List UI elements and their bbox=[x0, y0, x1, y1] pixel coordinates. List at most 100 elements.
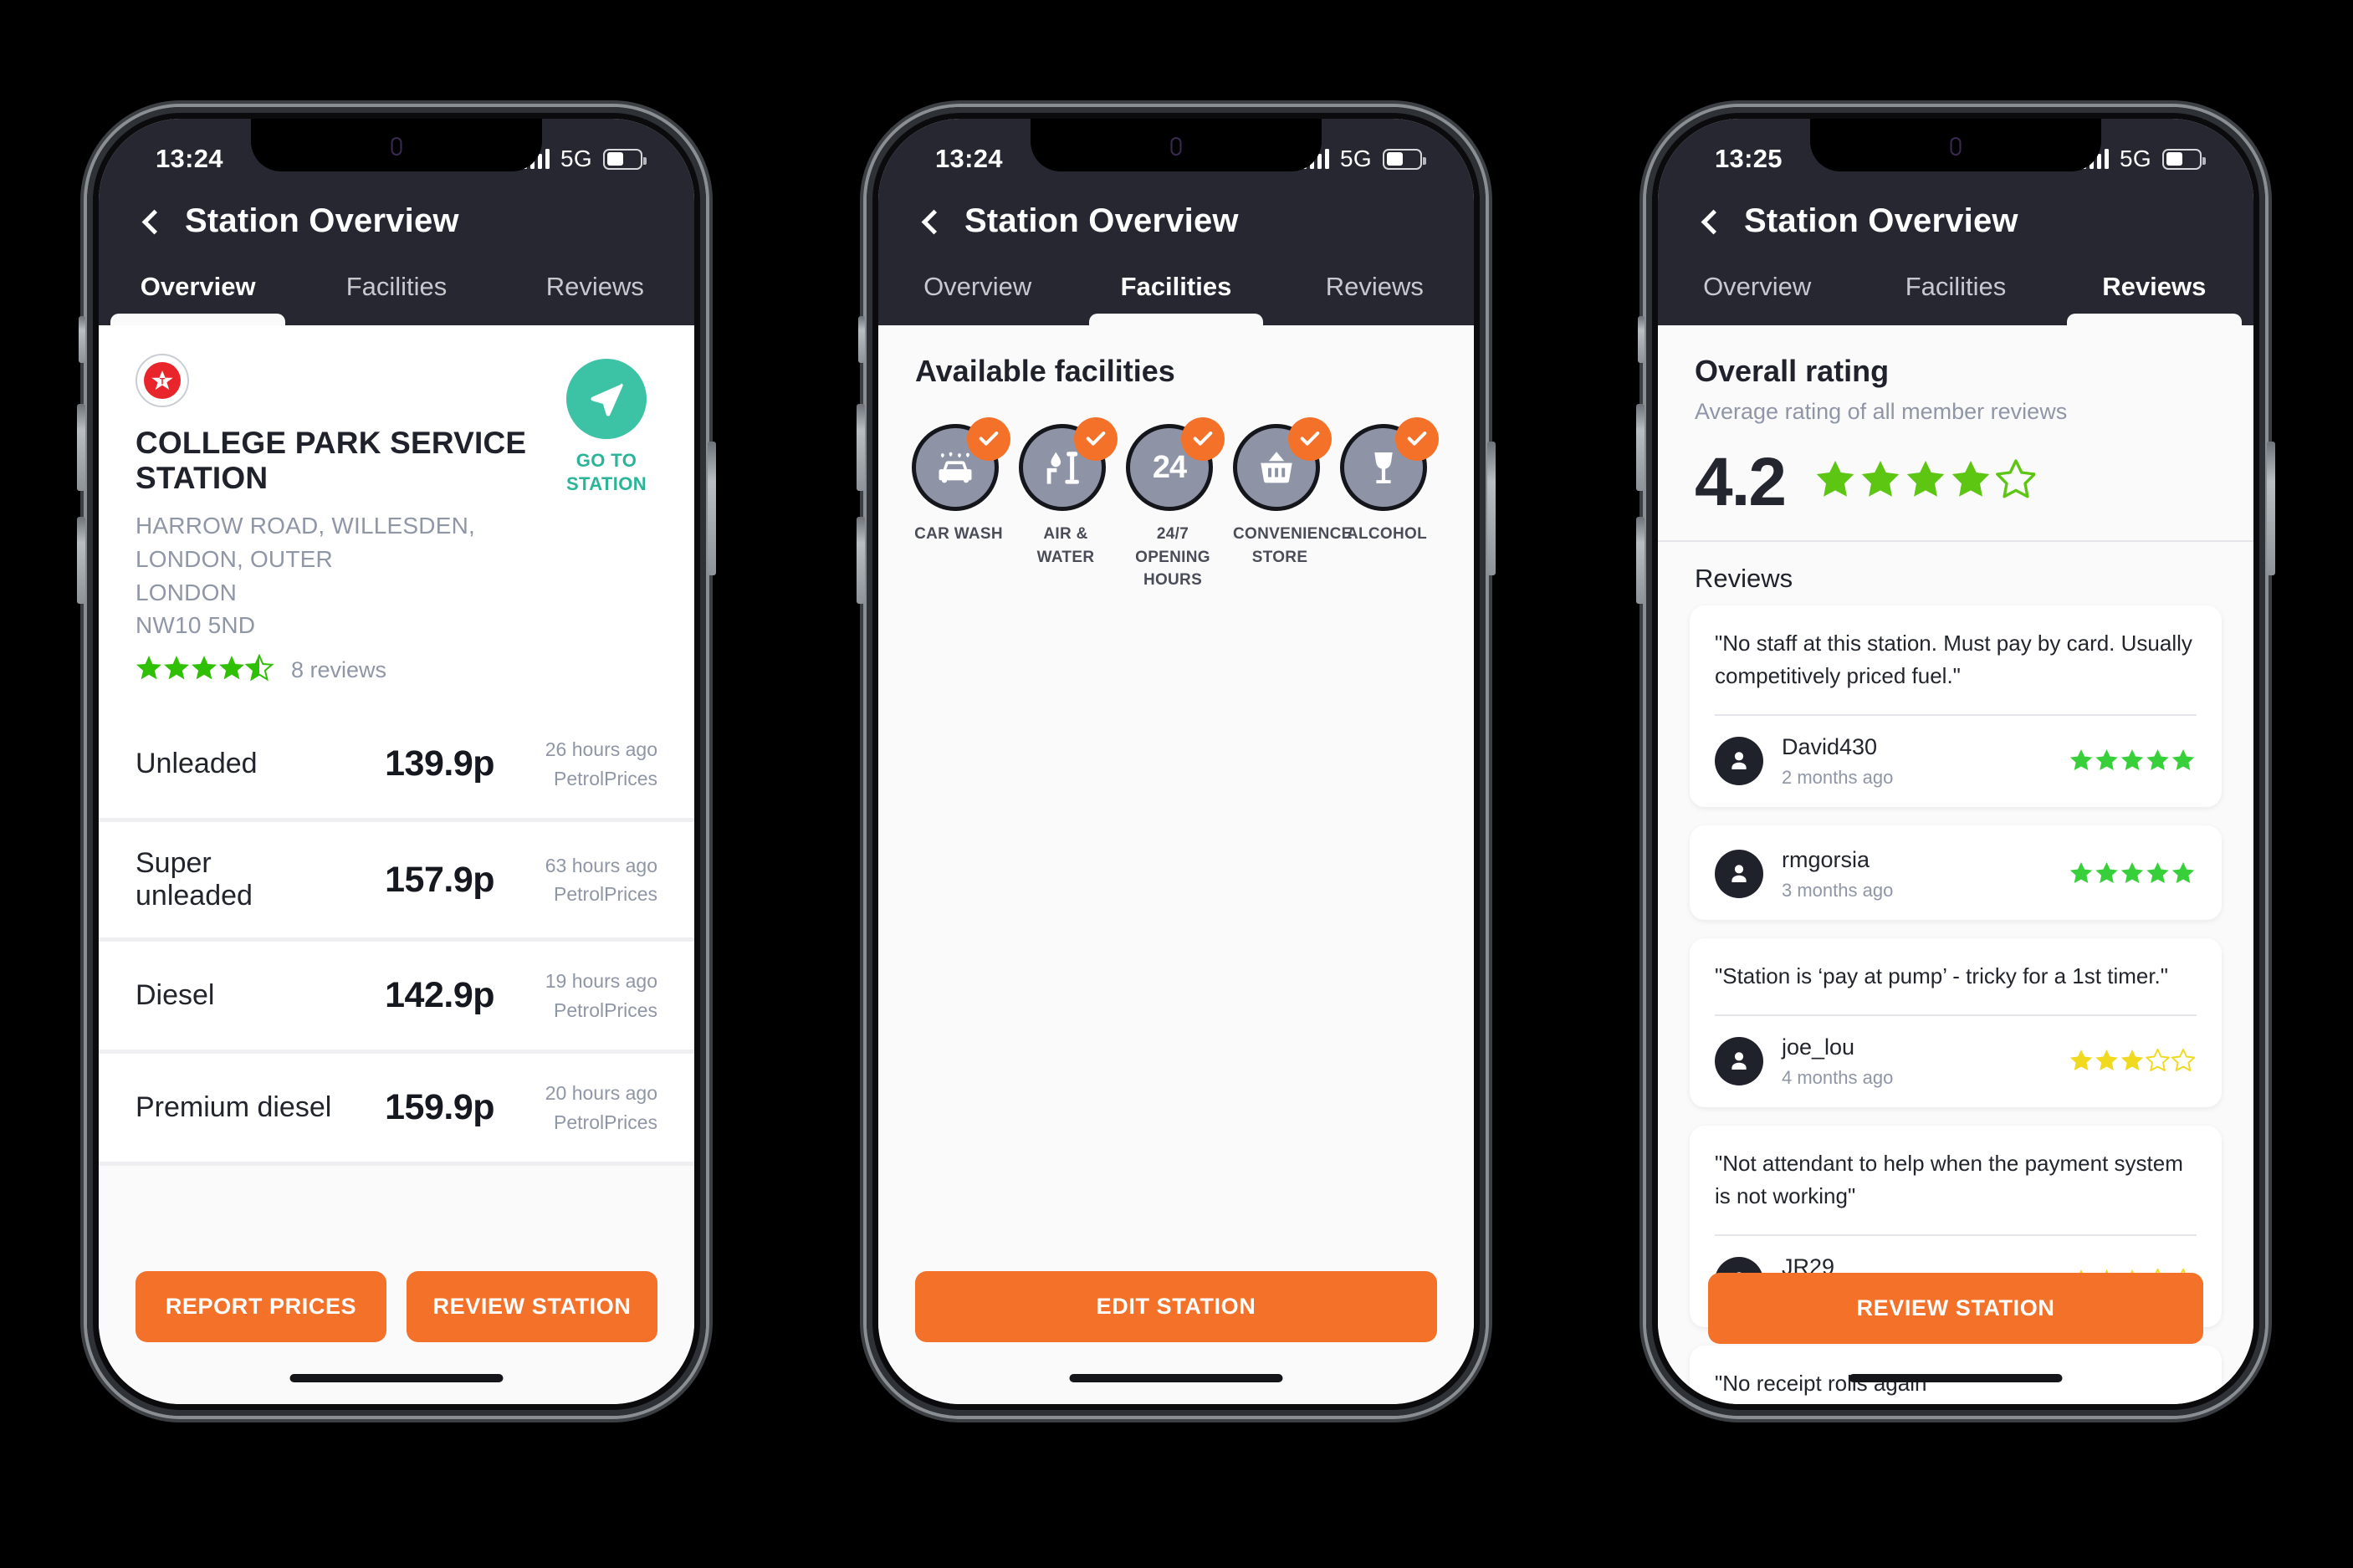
network-label: 5G bbox=[2120, 146, 2151, 171]
volume-up-button[interactable] bbox=[77, 404, 85, 491]
phone2-header: 13:24 5G Station Overview Overview Facil… bbox=[878, 119, 1474, 325]
goto-line-1: GO TO bbox=[575, 450, 637, 471]
table-row[interactable]: Diesel 142.9p 19 hours ago PetrolPrices bbox=[99, 942, 694, 1054]
status-time: 13:24 bbox=[935, 144, 1003, 173]
tab-facilities[interactable]: Facilities bbox=[1077, 262, 1275, 325]
volume-up-button[interactable] bbox=[857, 404, 865, 491]
fuel-age: 19 hours ago bbox=[545, 970, 657, 992]
phone-overview: 13:24 5G Station Overview Overview Facil… bbox=[77, 107, 716, 1416]
24-glyph: 24 bbox=[1152, 449, 1187, 485]
report-prices-button[interactable]: REPORT PRICES bbox=[136, 1271, 386, 1342]
network-label: 5G bbox=[560, 146, 592, 171]
phone3-action-bar: REVIEW STATION bbox=[1708, 1273, 2203, 1344]
review-station-button[interactable]: REVIEW STATION bbox=[407, 1271, 657, 1342]
table-row[interactable]: Super unleaded 157.9p 63 hours ago Petro… bbox=[99, 822, 694, 942]
address-line-2: LONDON bbox=[136, 579, 237, 605]
facility-label: ALCOHOL bbox=[1346, 525, 1428, 543]
station-rating-row: 8 reviews bbox=[136, 653, 657, 687]
station-card: T COLLEGE PARK SERVICE STATION HARROW RO… bbox=[99, 325, 694, 710]
phone2-screen: 13:24 5G Station Overview Overview Facil… bbox=[878, 119, 1474, 1404]
title-bar: Station Overview bbox=[99, 184, 694, 262]
face-id-dot-icon bbox=[1170, 137, 1182, 156]
mute-switch[interactable] bbox=[1638, 316, 1645, 363]
volume-down-button[interactable] bbox=[77, 517, 85, 604]
review-timestamp: 2 months ago bbox=[1782, 766, 1894, 788]
overall-rating-section: Overall rating Average rating of all mem… bbox=[1658, 325, 2253, 540]
overall-score-row: 4.2 bbox=[1695, 448, 2217, 516]
review-timestamp: 3 months ago bbox=[1782, 879, 1894, 901]
facilities-heading: Available facilities bbox=[915, 354, 1175, 388]
review-station-button[interactable]: REVIEW STATION bbox=[1708, 1273, 2203, 1344]
facility-alcohol[interactable]: ALCOHOL bbox=[1340, 417, 1439, 592]
check-badge-icon bbox=[1181, 417, 1225, 461]
phone3-body: Overall rating Average rating of all mem… bbox=[1658, 325, 2253, 1404]
back-chevron-icon[interactable] bbox=[141, 209, 167, 234]
goto-line-2: STATION bbox=[565, 472, 647, 494]
tab-facilities[interactable]: Facilities bbox=[1856, 262, 2054, 325]
facility-convenience-store[interactable]: CONVENIENCE STORE bbox=[1233, 417, 1352, 592]
fuel-price: 142.9p bbox=[385, 975, 494, 1015]
volume-down-button[interactable] bbox=[1636, 517, 1645, 604]
facility-air-water[interactable]: AIR & WATER bbox=[1019, 417, 1118, 592]
power-button[interactable] bbox=[1487, 442, 1496, 575]
review-username: David430 bbox=[1782, 733, 1878, 759]
station-stars bbox=[136, 653, 276, 687]
check-badge-icon bbox=[1288, 417, 1332, 461]
screenshot-stage: 13:24 5G Station Overview Overview Facil… bbox=[0, 0, 2353, 1568]
list-item[interactable]: rmgorsia 3 months ago bbox=[1690, 825, 2222, 920]
review-timestamp: 4 months ago bbox=[1782, 1066, 1894, 1088]
fuel-age: 26 hours ago bbox=[545, 738, 657, 760]
list-item[interactable]: "No staff at this station. Must pay by c… bbox=[1690, 605, 2222, 807]
facility-24-7[interactable]: 24 24/7 OPENING HOURS bbox=[1126, 417, 1225, 592]
status-time: 13:24 bbox=[156, 144, 223, 173]
fuel-name: Super unleaded bbox=[136, 847, 253, 912]
overall-rating-subtitle: Average rating of all member reviews bbox=[1695, 399, 2068, 424]
tab-overview[interactable]: Overview bbox=[99, 262, 297, 325]
overall-stars bbox=[1813, 457, 2036, 507]
edit-station-button[interactable]: EDIT STATION bbox=[915, 1271, 1437, 1342]
list-item[interactable]: "Station is ‘pay at pump’ - tricky for a… bbox=[1690, 937, 2222, 1107]
tab-facilities[interactable]: Facilities bbox=[297, 262, 495, 325]
texaco-logo-icon: T bbox=[136, 354, 189, 407]
back-chevron-icon[interactable] bbox=[1701, 209, 1726, 234]
face-id-dot-icon bbox=[391, 137, 402, 156]
go-to-station-button[interactable]: GO TO STATION bbox=[555, 359, 657, 495]
network-label: 5G bbox=[1340, 146, 1372, 171]
facility-label: CAR WASH bbox=[914, 525, 1003, 543]
tab-reviews[interactable]: Reviews bbox=[2055, 262, 2253, 325]
table-row[interactable]: Unleaded 139.9p 26 hours ago PetrolPrice… bbox=[99, 710, 694, 822]
tab-reviews[interactable]: Reviews bbox=[1276, 262, 1474, 325]
phone1-body: T COLLEGE PARK SERVICE STATION HARROW RO… bbox=[99, 325, 694, 1404]
fuel-price: 157.9p bbox=[385, 859, 494, 900]
review-stars bbox=[2069, 861, 2197, 888]
navigation-arrow-icon bbox=[566, 359, 647, 439]
back-chevron-icon[interactable] bbox=[921, 209, 947, 234]
battery-icon bbox=[1383, 148, 1426, 170]
facility-car-wash[interactable]: CAR WASH bbox=[912, 417, 1010, 592]
volume-up-button[interactable] bbox=[1636, 404, 1645, 491]
notch bbox=[1810, 119, 2101, 171]
phone2-body: Available facilities CAR WASH AIR & WATE… bbox=[878, 325, 1474, 1404]
power-button[interactable] bbox=[708, 442, 716, 575]
volume-down-button[interactable] bbox=[857, 517, 865, 604]
tab-reviews[interactable]: Reviews bbox=[496, 262, 694, 325]
home-indicator[interactable] bbox=[289, 1374, 504, 1382]
home-indicator[interactable] bbox=[1069, 1374, 1283, 1382]
tab-overview[interactable]: Overview bbox=[878, 262, 1077, 325]
mute-switch[interactable] bbox=[858, 316, 865, 363]
check-badge-icon bbox=[1074, 417, 1118, 461]
fuel-name: Diesel bbox=[136, 979, 215, 1011]
table-row[interactable]: Premium diesel 159.9p 20 hours ago Petro… bbox=[99, 1054, 694, 1166]
battery-icon bbox=[2162, 148, 2206, 170]
power-button[interactable] bbox=[2267, 442, 2275, 575]
mute-switch[interactable] bbox=[79, 316, 85, 363]
page-title: Station Overview bbox=[185, 202, 459, 239]
fuel-name: Unleaded bbox=[136, 748, 258, 779]
fuel-meta: 19 hours ago PetrolPrices bbox=[494, 967, 657, 1024]
review-text: "Not attendant to help when the payment … bbox=[1715, 1150, 2183, 1208]
phone-facilities: 13:24 5G Station Overview Overview Facil… bbox=[857, 107, 1496, 1416]
check-badge-icon bbox=[1395, 417, 1439, 461]
home-indicator[interactable] bbox=[1849, 1374, 2063, 1382]
phone-reviews: 13:25 5G Station Overview Overview Facil… bbox=[1636, 107, 2275, 1416]
tab-overview[interactable]: Overview bbox=[1658, 262, 1856, 325]
